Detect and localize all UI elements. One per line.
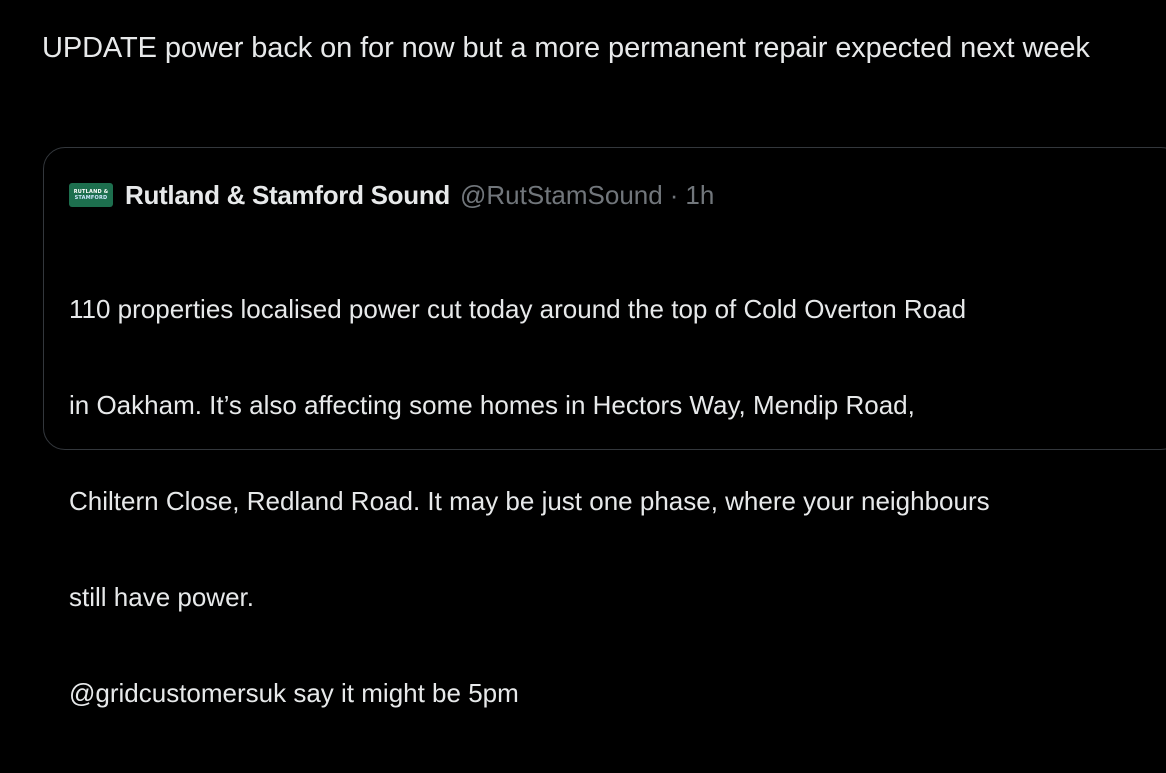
quoted-tweet-line: in Oakham. It’s also affecting some home…	[69, 390, 915, 420]
quoted-tweet-body: 110 properties localised power cut today…	[69, 229, 1159, 773]
quoted-tweet-line: still have power.	[69, 582, 254, 612]
quoted-tweet-line: 110 properties localised power cut today…	[69, 294, 967, 324]
quoted-tweet-line: Chiltern Close, Redland Road. It may be …	[69, 486, 990, 516]
quoted-tweet-header: RUTLAND & STAMFORD Rutland & Stamford So…	[69, 178, 714, 212]
display-name[interactable]: Rutland & Stamford Sound	[125, 180, 450, 211]
separator-dot: ·	[669, 179, 679, 210]
tweet-text: UPDATE power back on for now but a more …	[42, 32, 1090, 64]
avatar-logo-line2: STAMFORD	[74, 195, 108, 201]
user-handle[interactable]: @RutStamSound	[460, 180, 663, 211]
avatar[interactable]: RUTLAND & STAMFORD	[69, 183, 113, 207]
quoted-tweet-card[interactable]: RUTLAND & STAMFORD Rutland & Stamford So…	[43, 147, 1166, 708]
timestamp[interactable]: 1h	[685, 180, 714, 211]
quoted-tweet-mention-line[interactable]: @gridcustomersuk say it might be 5pm	[69, 677, 1159, 709]
